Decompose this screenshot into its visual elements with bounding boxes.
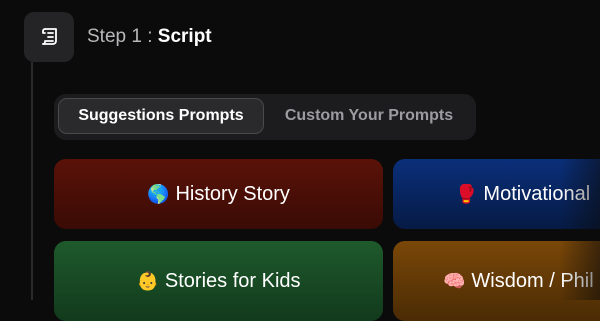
prompt-tabs: Suggestions Prompts Custom Your Prompts	[54, 94, 476, 140]
tab-custom-prompts[interactable]: Custom Your Prompts	[266, 98, 472, 134]
brain-icon: 🧠	[443, 270, 466, 291]
boxing-glove-icon: 🥊	[455, 183, 478, 204]
step-title: Step 1 : Script	[87, 26, 212, 48]
prompt-card-stories-for-kids[interactable]: 👶 Stories for Kids	[54, 241, 383, 321]
tab-suggestions-prompts[interactable]: Suggestions Prompts	[58, 98, 264, 134]
prompt-card-motivational[interactable]: 🥊 Motivational	[393, 159, 600, 229]
prompt-card-wisdom-philosophy[interactable]: 🧠 Wisdom / Phil	[393, 241, 600, 321]
step-name: Script	[157, 26, 212, 47]
step-icon-box	[24, 12, 74, 62]
baby-icon: 👶	[136, 270, 159, 291]
prompt-card-label: Wisdom / Phil	[471, 269, 594, 292]
step-prefix: Step 1 :	[87, 26, 158, 47]
prompt-card-label: History Story	[175, 182, 290, 205]
step-connector-line	[31, 62, 33, 300]
prompt-card-history-story[interactable]: 🌎 History Story	[54, 159, 383, 229]
prompt-card-label: Motivational	[483, 182, 591, 205]
globe-icon: 🌎	[147, 183, 170, 204]
scroll-icon	[42, 28, 57, 45]
prompt-card-label: Stories for Kids	[164, 269, 301, 292]
